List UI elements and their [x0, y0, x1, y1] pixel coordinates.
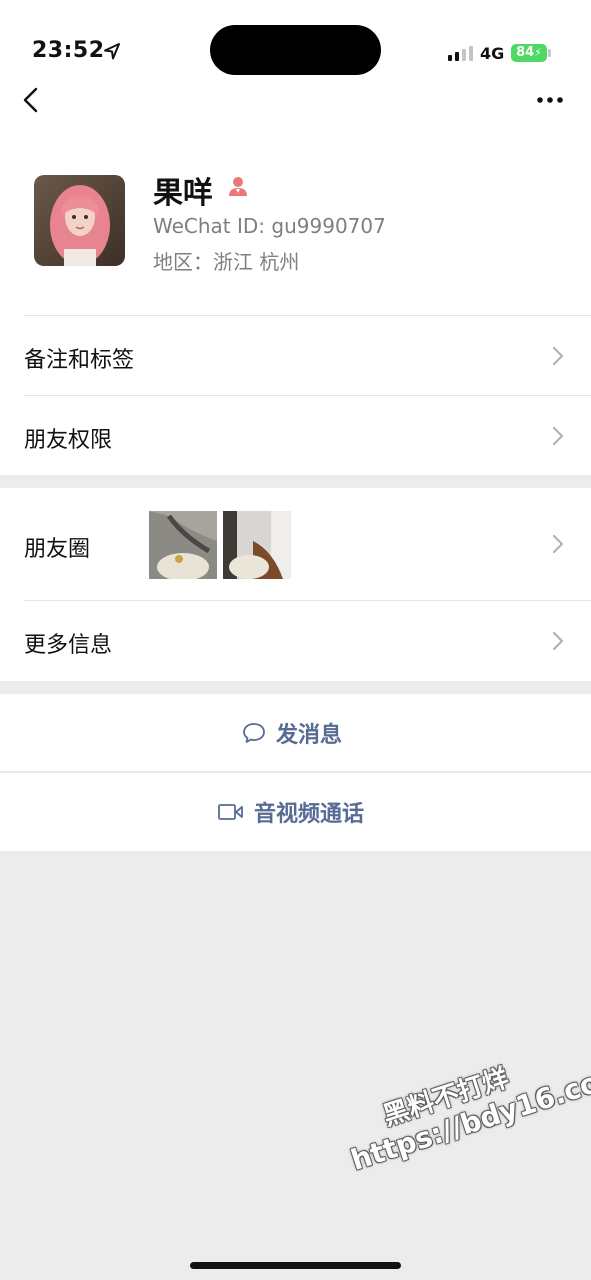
- dynamic-island: [210, 25, 381, 75]
- back-chevron-icon[interactable]: [20, 86, 44, 114]
- region: 地区：浙江 杭州: [153, 250, 300, 274]
- video-call-button[interactable]: 音视频通话: [0, 773, 591, 851]
- location-arrow-icon: [104, 43, 120, 60]
- remarks-tags-row[interactable]: 备注和标签: [0, 316, 591, 396]
- battery-nub: [548, 49, 551, 57]
- more-info-label: 更多信息: [24, 633, 113, 658]
- send-message-button[interactable]: 发消息: [0, 694, 591, 772]
- chat-bubble-icon: [243, 723, 265, 743]
- cellular-signal-icon: [448, 46, 473, 61]
- chevron-right-icon: [552, 426, 564, 446]
- friend-permissions-row[interactable]: 朋友权限: [0, 396, 591, 475]
- more-options-icon[interactable]: [536, 90, 564, 110]
- status-bar: 23:52 4G 84⚡: [0, 0, 591, 80]
- female-user-icon: [229, 177, 247, 196]
- battery-level: 84⚡: [511, 44, 547, 62]
- divider: [0, 771, 591, 772]
- network-type: 4G: [480, 44, 505, 63]
- moments-row[interactable]: 朋友圈: [0, 488, 591, 601]
- wechat-id: WeChat ID: gu9990707: [153, 214, 386, 238]
- more-info-row[interactable]: 更多信息: [0, 601, 591, 681]
- chevron-right-icon: [552, 631, 564, 651]
- contact-name: 果咩: [153, 176, 213, 211]
- send-message-label: 发消息: [276, 723, 343, 748]
- moments-photo-thumbnail: [223, 511, 291, 579]
- home-indicator[interactable]: [190, 1262, 401, 1269]
- profile-header: 果咩 WeChat ID: gu9990707 地区：浙江 杭州: [0, 140, 591, 316]
- remarks-tags-label: 备注和标签: [24, 348, 135, 373]
- battery-percent: 84: [516, 45, 535, 60]
- clock: 23:52: [32, 38, 105, 63]
- watermark: 黑料不打烊 https://bdy16.co: [338, 1047, 591, 1177]
- moments-label: 朋友圈: [24, 537, 91, 562]
- friend-permissions-label: 朋友权限: [24, 428, 113, 453]
- video-call-label: 音视频通话: [254, 802, 365, 827]
- avatar[interactable]: [34, 175, 125, 266]
- nav-bar: [0, 80, 591, 140]
- chevron-right-icon: [552, 346, 564, 366]
- chevron-right-icon: [552, 534, 564, 554]
- video-camera-icon: [218, 804, 243, 820]
- moments-photo-thumbnail: [149, 511, 217, 579]
